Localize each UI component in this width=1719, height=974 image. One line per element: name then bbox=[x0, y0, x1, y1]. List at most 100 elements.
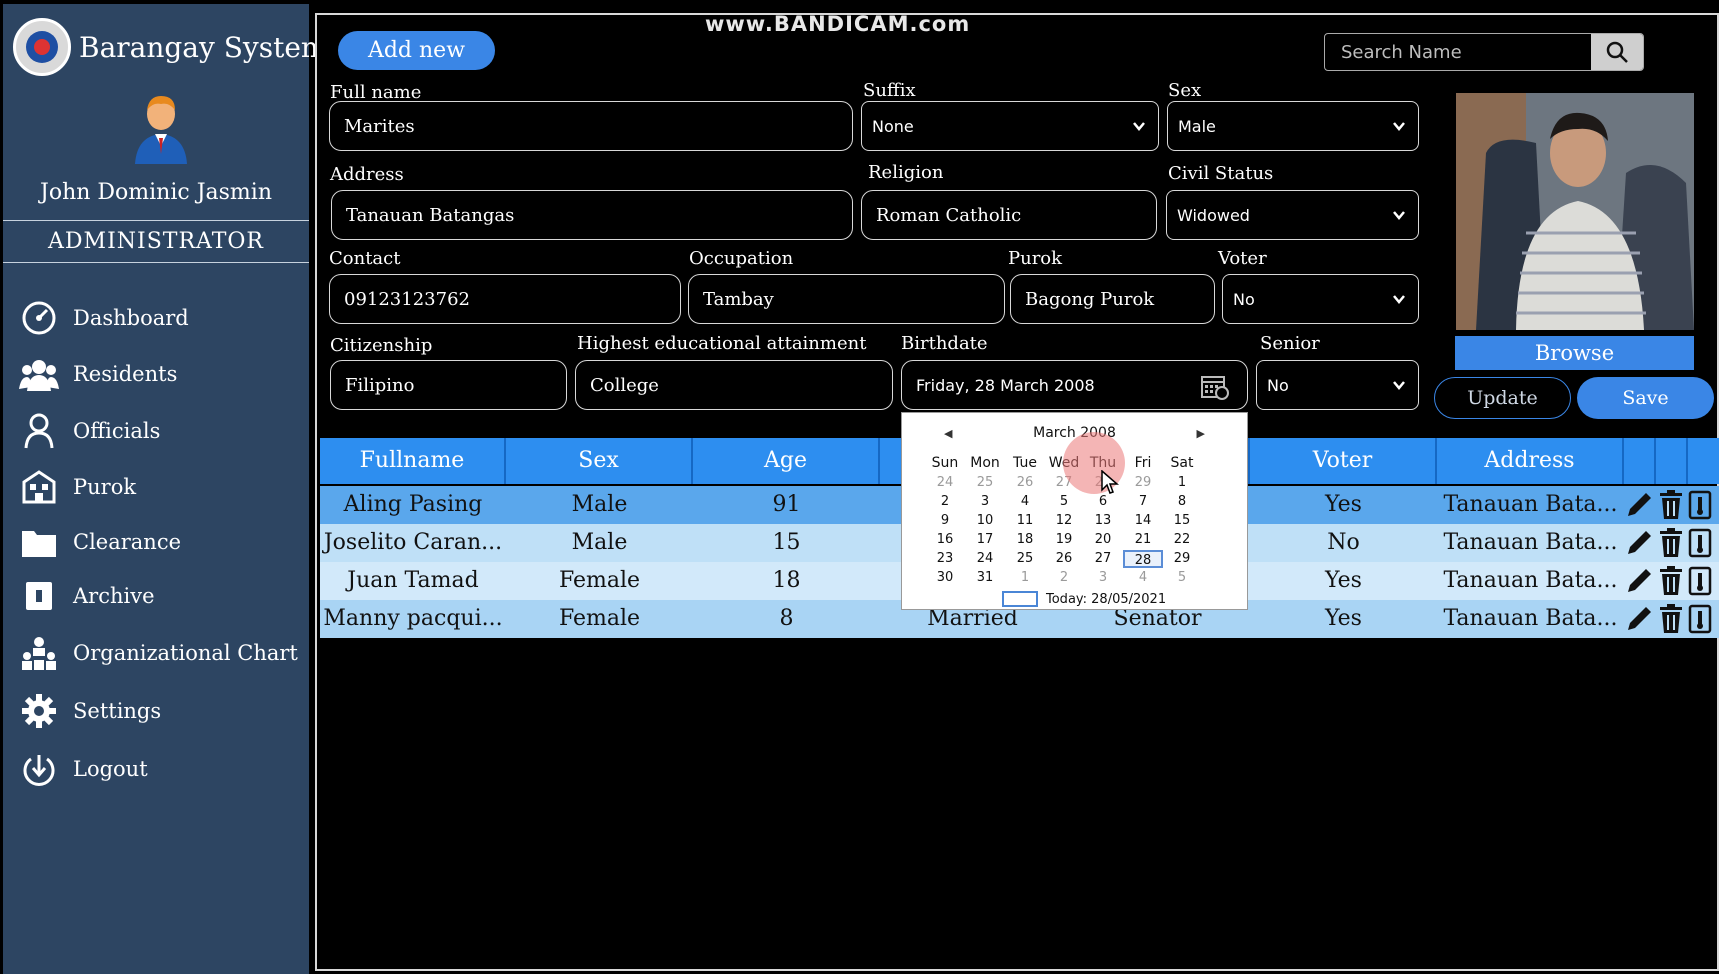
calendar-day[interactable]: 2 bbox=[1044, 569, 1084, 587]
calendar-day[interactable]: 24 bbox=[925, 474, 965, 492]
calendar-day[interactable]: 2 bbox=[925, 493, 965, 511]
calendar-day[interactable]: 19 bbox=[1044, 531, 1084, 549]
next-month-icon[interactable]: ▶ bbox=[1197, 427, 1205, 440]
calendar-day[interactable]: 13 bbox=[1083, 512, 1123, 530]
calendar-day[interactable]: 14 bbox=[1123, 512, 1163, 530]
col-fullname[interactable]: Fullname bbox=[320, 438, 506, 484]
add-new-button[interactable]: Add new bbox=[338, 31, 495, 70]
calendar-day[interactable]: 3 bbox=[965, 493, 1005, 511]
delete-trash-icon[interactable] bbox=[1658, 490, 1684, 520]
calendar-day[interactable]: 11 bbox=[1005, 512, 1045, 530]
calendar-day[interactable]: 9 bbox=[925, 512, 965, 530]
calendar-day[interactable]: 20 bbox=[1083, 531, 1123, 549]
sidebar-item-residents[interactable]: Residents bbox=[3, 350, 309, 398]
edit-pencil-icon[interactable] bbox=[1624, 604, 1654, 634]
certificate-icon[interactable] bbox=[1688, 604, 1712, 634]
calendar-day[interactable]: 5 bbox=[1044, 493, 1084, 511]
voter-select[interactable]: No bbox=[1222, 274, 1419, 324]
sidebar-item-clearance[interactable]: Clearance bbox=[3, 518, 309, 566]
calendar-day[interactable]: 26 bbox=[1044, 550, 1084, 568]
calendar-icon[interactable] bbox=[1201, 374, 1229, 400]
col-address[interactable]: Address bbox=[1437, 438, 1624, 484]
calendar-day[interactable]: 12 bbox=[1044, 512, 1084, 530]
calendar-day[interactable]: 21 bbox=[1123, 531, 1163, 549]
calendar-day[interactable]: 7 bbox=[1123, 493, 1163, 511]
sidebar-item-purok[interactable]: Purok bbox=[3, 463, 309, 511]
calendar-day[interactable]: 8 bbox=[1162, 493, 1202, 511]
col-sex[interactable]: Sex bbox=[506, 438, 693, 484]
calendar-day[interactable]: 31 bbox=[965, 569, 1005, 587]
certificate-icon[interactable] bbox=[1688, 528, 1712, 558]
calendar-day[interactable]: 5 bbox=[1162, 569, 1202, 587]
calendar-day[interactable]: 25 bbox=[965, 474, 1005, 492]
calendar-day[interactable]: 24 bbox=[965, 550, 1005, 568]
edit-pencil-icon[interactable] bbox=[1624, 528, 1654, 558]
calendar-today[interactable]: Today: 28/05/2021 bbox=[1002, 591, 1166, 607]
calendar-day[interactable]: 29 bbox=[1123, 474, 1163, 492]
row-actions bbox=[1624, 528, 1712, 558]
calendar-day[interactable]: 3 bbox=[1083, 569, 1123, 587]
education-label: Highest educational attainment bbox=[577, 333, 867, 354]
cell-sex: Male bbox=[571, 492, 628, 517]
calendar-day[interactable]: 15 bbox=[1162, 512, 1202, 530]
search-icon bbox=[1606, 41, 1628, 63]
certificate-icon[interactable] bbox=[1688, 490, 1712, 520]
full-name-field[interactable]: Marites bbox=[329, 101, 853, 151]
sex-value: Male bbox=[1178, 116, 1216, 136]
delete-trash-icon[interactable] bbox=[1658, 566, 1684, 596]
calendar-day[interactable]: 26 bbox=[1005, 474, 1045, 492]
save-button[interactable]: Save bbox=[1577, 377, 1714, 419]
sidebar-item-archive[interactable]: Archive bbox=[3, 572, 309, 620]
calendar-day[interactable]: 4 bbox=[1005, 493, 1045, 511]
search-input[interactable] bbox=[1325, 34, 1593, 70]
mouse-cursor-icon bbox=[1101, 470, 1119, 494]
calendar-day[interactable]: 25 bbox=[1005, 550, 1045, 568]
sidebar-item-label: Archive bbox=[73, 584, 155, 608]
browse-button[interactable]: Browse bbox=[1455, 336, 1694, 370]
certificate-icon[interactable] bbox=[1688, 566, 1712, 596]
calendar-day[interactable]: 17 bbox=[965, 531, 1005, 549]
address-field[interactable]: Tanauan Batangas bbox=[331, 190, 853, 240]
religion-label: Religion bbox=[868, 162, 944, 183]
calendar-day[interactable]: 4 bbox=[1123, 569, 1163, 587]
sidebar-item-settings[interactable]: Settings bbox=[3, 687, 309, 735]
occupation-field[interactable]: Tambay bbox=[688, 274, 1005, 324]
sex-select[interactable]: Male bbox=[1167, 101, 1419, 151]
calendar-day[interactable]: 1 bbox=[1162, 474, 1202, 492]
row-actions bbox=[1624, 604, 1712, 634]
education-field[interactable]: College bbox=[575, 360, 893, 410]
birthdate-picker[interactable]: Friday, 28 March 2008 bbox=[901, 360, 1248, 410]
update-button[interactable]: Update bbox=[1434, 377, 1571, 419]
calendar-day[interactable]: 18 bbox=[1005, 531, 1045, 549]
user-name: John Dominic Jasmin bbox=[40, 180, 272, 205]
purok-field[interactable]: Bagong Purok bbox=[1010, 274, 1215, 324]
calendar-day[interactable]: 29 bbox=[1162, 550, 1202, 568]
calendar-day[interactable]: 1 bbox=[1005, 569, 1045, 587]
calendar-day[interactable]: 10 bbox=[965, 512, 1005, 530]
delete-trash-icon[interactable] bbox=[1658, 528, 1684, 558]
col-age[interactable]: Age bbox=[693, 438, 880, 484]
calendar-day[interactable]: 28 bbox=[1123, 550, 1163, 568]
calendar-day[interactable]: 30 bbox=[925, 569, 965, 587]
search-button[interactable] bbox=[1591, 34, 1643, 70]
col-voter[interactable]: Voter bbox=[1250, 438, 1437, 484]
sidebar-item-dashboard[interactable]: Dashboard bbox=[3, 294, 309, 342]
citizenship-field[interactable]: Filipino bbox=[330, 360, 567, 410]
calendar-day[interactable]: 16 bbox=[925, 531, 965, 549]
sidebar-item-logout[interactable]: Logout bbox=[3, 745, 309, 793]
edit-pencil-icon[interactable] bbox=[1624, 490, 1654, 520]
religion-field[interactable]: Roman Catholic bbox=[861, 190, 1157, 240]
suffix-select[interactable]: None bbox=[861, 101, 1159, 151]
clearance-folder-icon bbox=[19, 522, 59, 562]
calendar-day[interactable]: 22 bbox=[1162, 531, 1202, 549]
civil-status-select[interactable]: Widowed bbox=[1166, 190, 1419, 240]
sidebar-item-officials[interactable]: Officials bbox=[3, 407, 309, 455]
cell-voter: No bbox=[1327, 530, 1360, 555]
calendar-day[interactable]: 27 bbox=[1083, 550, 1123, 568]
contact-field[interactable]: 09123123762 bbox=[329, 274, 681, 324]
edit-pencil-icon[interactable] bbox=[1624, 566, 1654, 596]
senior-select[interactable]: No bbox=[1256, 360, 1419, 410]
delete-trash-icon[interactable] bbox=[1658, 604, 1684, 634]
sidebar-item-organizational-chart[interactable]: Organizational Chart bbox=[3, 629, 309, 677]
calendar-day[interactable]: 23 bbox=[925, 550, 965, 568]
